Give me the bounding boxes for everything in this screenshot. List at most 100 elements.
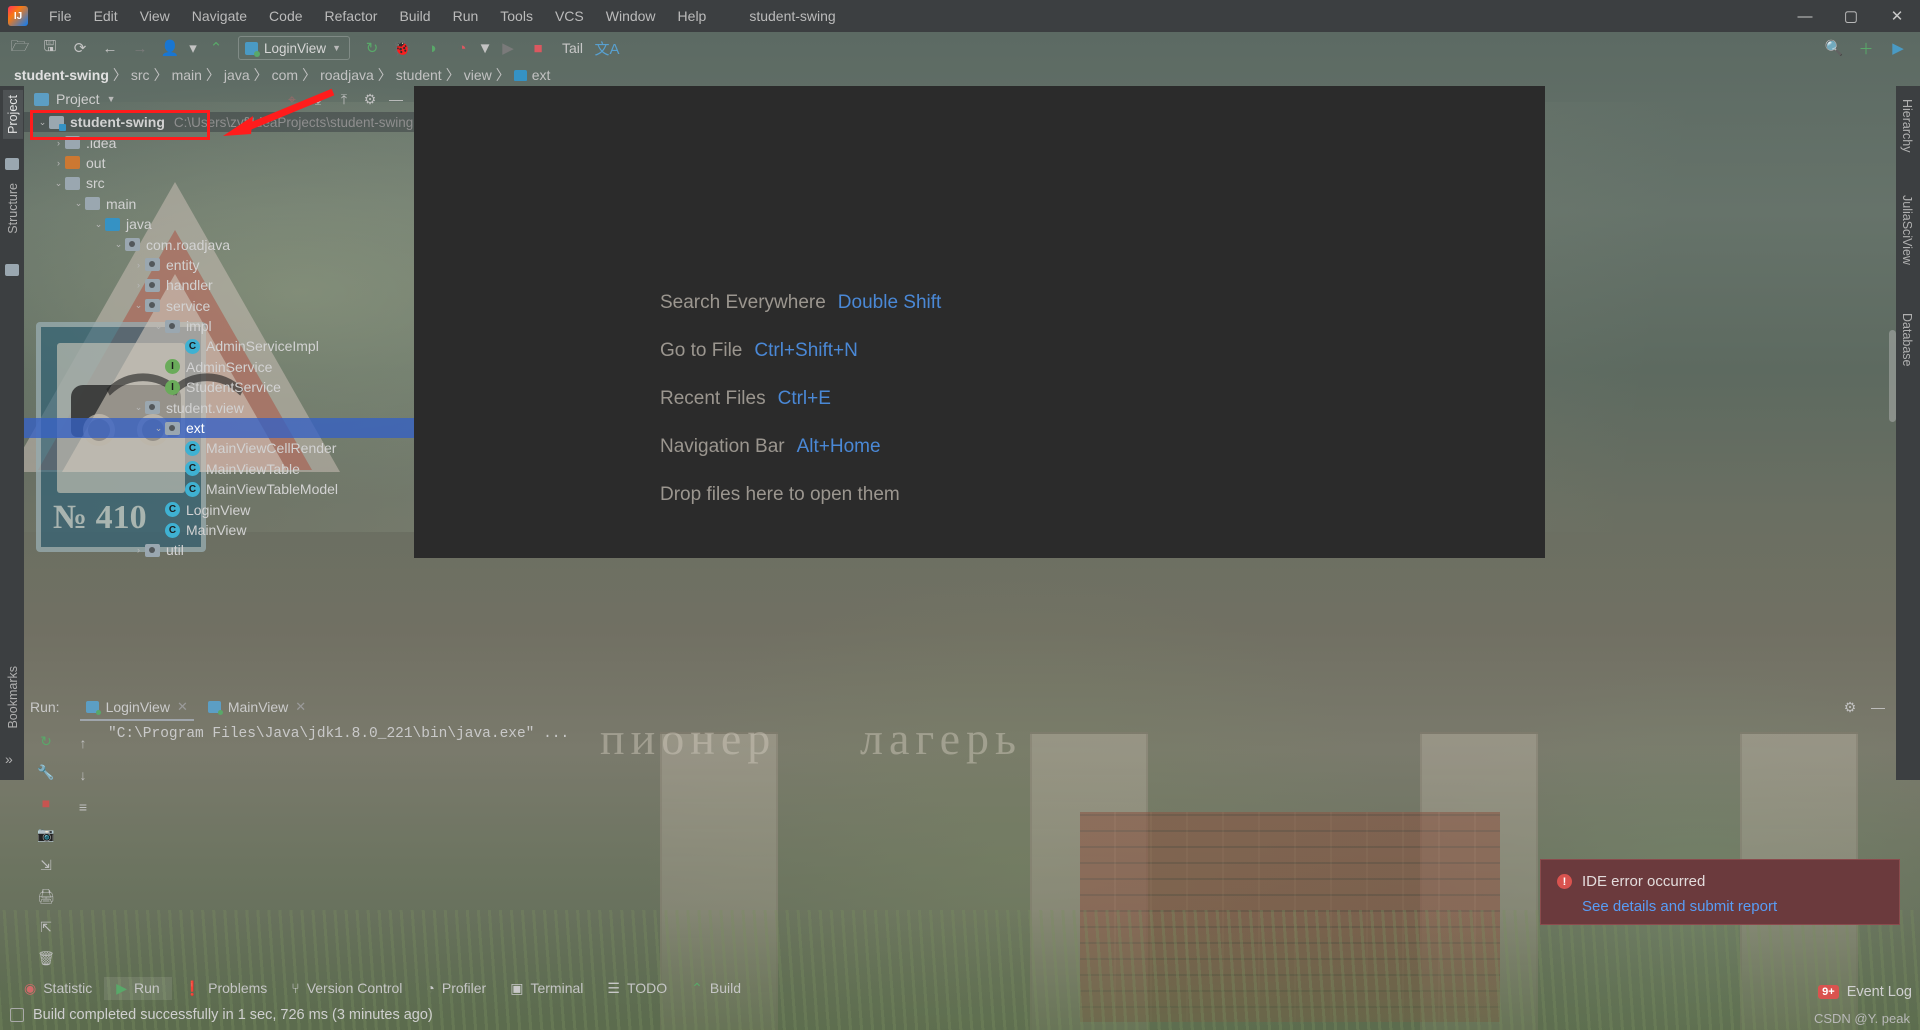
debug-icon[interactable]: 🐞 — [388, 35, 416, 61]
status-tab-profiler[interactable]: ◔ Profiler — [414, 977, 498, 999]
trash-icon[interactable]: 🗑 — [33, 947, 59, 969]
breadcrumb-item-java[interactable]: java — [220, 66, 254, 84]
menu-item-build[interactable]: Build — [388, 3, 441, 29]
settings-gear-icon[interactable]: ⚙ — [358, 88, 382, 110]
breadcrumb-item-src[interactable]: src — [127, 66, 154, 84]
run-with-coverage-icon[interactable]: ◑ — [418, 35, 446, 61]
stop-icon[interactable]: ■ — [524, 35, 552, 61]
sidebar-item-juliasciview[interactable]: JuliaSciView — [1897, 190, 1917, 270]
chevron-down-icon[interactable]: ⌄ — [72, 198, 85, 209]
menu-item-edit[interactable]: Edit — [83, 3, 129, 29]
stop-icon[interactable]: ■ — [33, 792, 59, 814]
menu-item-navigate[interactable]: Navigate — [181, 3, 258, 29]
tree-row-mainview[interactable]: C MainView — [24, 520, 414, 540]
tree-row-studentservice[interactable]: I StudentService — [24, 377, 414, 397]
maximize-icon[interactable]: ▢ — [1828, 0, 1874, 32]
chevron-right-icon[interactable]: › — [132, 260, 145, 270]
sidebar-item-database[interactable]: Database — [1897, 308, 1917, 372]
tree-row-main[interactable]: ⌄ main — [24, 194, 414, 214]
rerun-icon[interactable]: ↻ — [33, 730, 59, 752]
tree-row-mainviewcellrender[interactable]: C MainViewCellRender — [24, 438, 414, 458]
tree-row-java[interactable]: ⌄ java — [24, 214, 414, 234]
minimize-icon[interactable]: — — [1782, 0, 1828, 32]
tree-row-com-roadjava[interactable]: ⌄ com.roadjava — [24, 234, 414, 254]
sidebar-item-project[interactable]: Project — [3, 90, 23, 139]
project-tree[interactable]: ⌄ student-swing C:\Users\zyf\IdeaProject… — [24, 112, 414, 752]
chevron-down-icon[interactable]: ▼ — [107, 94, 116, 104]
chevron-down-icon[interactable]: ⌄ — [92, 219, 105, 230]
sync-icon[interactable]: ⟳ — [66, 35, 94, 61]
sidebar-item-bookmarks[interactable]: Bookmarks — [3, 661, 23, 734]
sidebar-item-structure[interactable]: Structure — [3, 178, 23, 239]
print-icon[interactable]: 🖨 — [33, 885, 59, 907]
thread-dump-icon[interactable]: ⇲ — [33, 854, 59, 876]
search-icon[interactable]: 🔍 — [1820, 35, 1848, 61]
breadcrumb-item-view[interactable]: view — [460, 66, 496, 84]
chevron-down-icon[interactable]: ⌄ — [36, 117, 49, 128]
menu-item-refactor[interactable]: Refactor — [314, 3, 389, 29]
breadcrumb-item-ext[interactable]: ext — [510, 66, 555, 84]
run-tab-loginview[interactable]: LoginView ✕ — [76, 696, 198, 721]
chevron-right-icon[interactable]: › — [132, 545, 145, 555]
scroll-down-icon[interactable]: ↓ — [70, 764, 96, 786]
tree-row-mainviewtable[interactable]: C MainViewTable — [24, 459, 414, 479]
build-project-icon[interactable]: ⌃ — [202, 35, 230, 61]
soft-wrap-icon[interactable]: ≡ — [70, 796, 96, 818]
run-console-output[interactable]: "C:\Program Files\Java\jdk1.8.0_221\bin\… — [100, 720, 1890, 976]
tail-button[interactable]: Tail — [554, 40, 591, 56]
status-tab-terminal[interactable]: ▣ Terminal — [498, 977, 595, 1000]
export-icon[interactable]: ⇱ — [33, 916, 59, 938]
profiler-icon[interactable]: ◔ — [448, 35, 476, 61]
notification-link[interactable]: See details and submit report — [1582, 898, 1883, 915]
profiler-caret-icon[interactable]: ▼ — [478, 35, 493, 61]
camera-icon[interactable]: 📷 — [33, 823, 59, 845]
tree-row-adminserviceimpl[interactable]: C AdminServiceImpl — [24, 336, 414, 356]
menu-item-code[interactable]: Code — [258, 3, 313, 29]
menu-item-tools[interactable]: Tools — [489, 3, 544, 29]
forward-icon[interactable]: → — [126, 35, 154, 61]
breadcrumb-item-com[interactable]: com — [268, 66, 302, 84]
chevron-down-icon[interactable]: ⌄ — [52, 178, 65, 189]
close-icon[interactable]: ✕ — [1874, 0, 1920, 32]
tree-row-adminservice[interactable]: I AdminService — [24, 357, 414, 377]
menu-item-window[interactable]: Window — [595, 3, 667, 29]
collapse-all-icon[interactable]: ⤒ — [332, 88, 356, 110]
tree-row-impl[interactable]: ⌄ impl — [24, 316, 414, 336]
ide-error-notification[interactable]: ! IDE error occurred See details and sub… — [1540, 859, 1900, 925]
plus-icon[interactable]: ＋ — [1852, 35, 1880, 61]
breadcrumb-item-main[interactable]: main — [168, 66, 206, 84]
breadcrumb-item-student[interactable]: student — [392, 66, 446, 84]
play-icon[interactable]: ▶ — [1884, 35, 1912, 61]
back-icon[interactable]: ← — [96, 35, 124, 61]
sidebar-item-hierarchy[interactable]: Hierarchy — [1897, 94, 1917, 158]
scroll-up-icon[interactable]: ↑ — [70, 732, 96, 754]
tree-row-src[interactable]: ⌄ src — [24, 173, 414, 193]
menu-item-file[interactable]: File — [38, 3, 83, 29]
tree-row-loginview[interactable]: C LoginView — [24, 499, 414, 519]
hide-run-panel-icon[interactable]: — — [1866, 696, 1890, 718]
status-tab-todo[interactable]: ☰ TODO — [595, 977, 679, 1000]
chevron-down-icon[interactable]: ⌄ — [132, 402, 145, 413]
status-tab-problems[interactable]: ❗ Problems — [172, 977, 280, 1000]
tree-row-service[interactable]: ⌄ service — [24, 296, 414, 316]
menu-item-view[interactable]: View — [129, 3, 181, 29]
tree-row-out[interactable]: › out — [24, 153, 414, 173]
status-tab-run[interactable]: ▶ Run — [104, 976, 172, 1000]
menu-item-vcs[interactable]: VCS — [544, 3, 595, 29]
event-log-area[interactable]: 9+ Event Log — [1818, 984, 1912, 1000]
save-all-icon[interactable]: 🖫 — [36, 35, 64, 61]
chevron-down-icon[interactable]: ⌄ — [152, 321, 165, 332]
chevron-right-icon[interactable]: › — [52, 158, 65, 168]
run-configuration-selector[interactable]: LoginView ▼ — [238, 36, 350, 60]
chevron-down-icon[interactable]: ⌄ — [112, 239, 125, 250]
profile-caret-icon[interactable]: ▾ — [186, 35, 200, 61]
menu-item-help[interactable]: Help — [667, 3, 718, 29]
project-tree-scrollbar[interactable] — [1889, 330, 1896, 422]
wrench-icon[interactable]: 🔧 — [33, 761, 59, 783]
status-tab-statistic[interactable]: ◉ Statistic — [12, 977, 104, 1000]
close-icon[interactable]: ✕ — [177, 699, 188, 715]
chevron-down-icon[interactable]: ⌄ — [132, 300, 145, 311]
close-icon[interactable]: ✕ — [295, 699, 306, 715]
rerun-icon[interactable]: ↻ — [358, 35, 386, 61]
breadcrumb-item-student-swing[interactable]: student-swing — [10, 66, 113, 84]
